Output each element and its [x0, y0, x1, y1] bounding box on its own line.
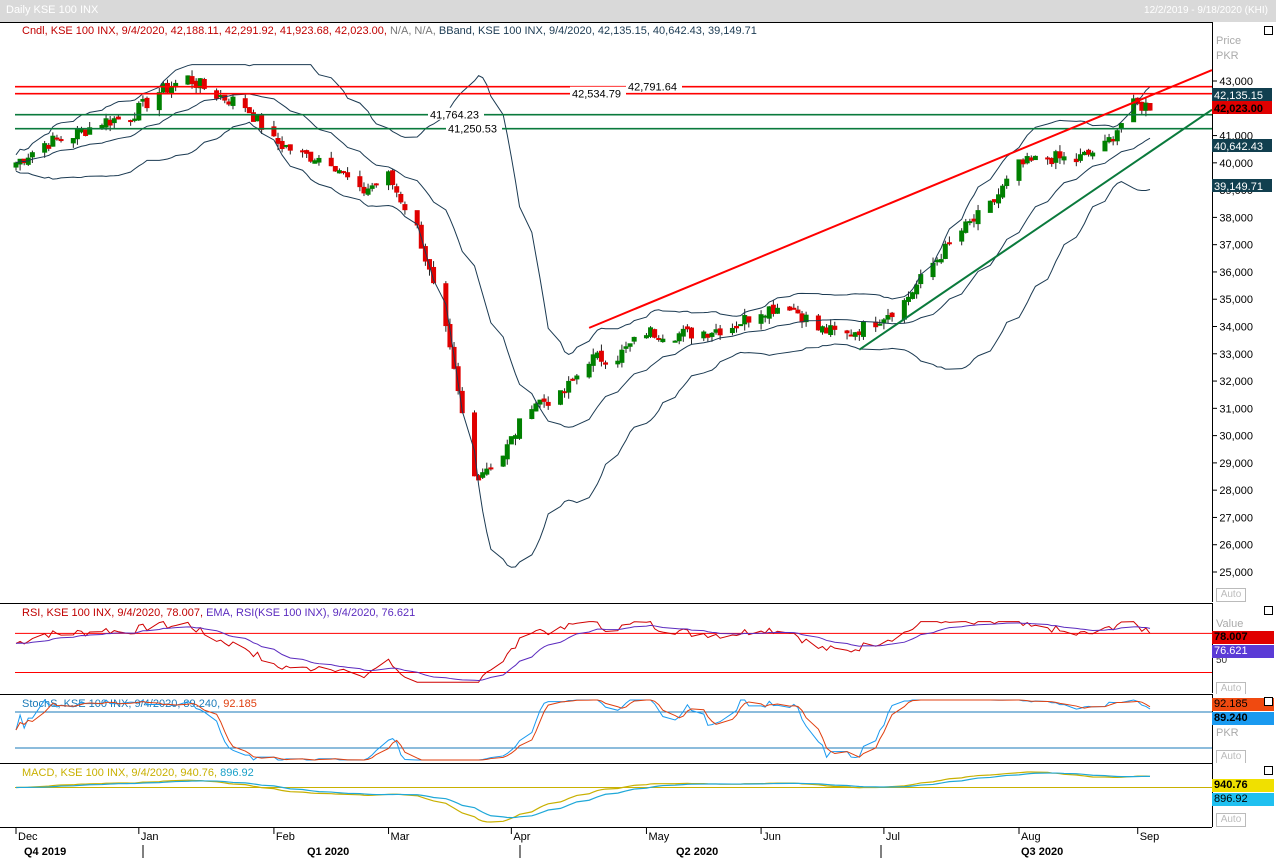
candle-legend: Cndl, KSE 100 INX, 9/4/2020, 42,188.11, … — [22, 25, 387, 37]
price-pane[interactable] — [0, 22, 1212, 603]
price-pane-close-button[interactable] — [1264, 26, 1273, 35]
macd-legend-text: MACD, KSE 100 INX, 9/4/2020, 940.76, — [22, 767, 218, 779]
rsi-value-tag: 78.007 — [1212, 631, 1274, 644]
macd-auto-button[interactable]: Auto — [1216, 813, 1246, 827]
na-legend: N/A, N/A, — [389, 25, 436, 37]
ema-value-tag: 76.621 — [1212, 645, 1274, 658]
stoch-k-legend: StochS, KSE 100 INX, 9/4/2020, 89.240, — [22, 698, 221, 710]
title-bar: Daily KSE 100 INX 12/2/2019 - 9/18/2020 … — [0, 0, 1276, 23]
price-scale-title: Price — [1216, 35, 1242, 47]
ema-legend-text: EMA, RSI(KSE 100 INX), 9/4/2020, 76.621 — [206, 607, 416, 619]
rsi-scale-title: Value — [1216, 618, 1244, 630]
signal-legend-text: 896.92 — [220, 767, 254, 779]
stoch-pane-close-button[interactable] — [1264, 697, 1273, 706]
price-scale-unit: PKR — [1216, 50, 1239, 62]
time-axis[interactable] — [0, 827, 1212, 864]
stoch-legend: StochS, KSE 100 INX, 9/4/2020, 89.240, 9… — [22, 698, 257, 710]
rsi-legend: RSI, KSE 100 INX, 9/4/2020, 78.007, EMA,… — [22, 607, 415, 619]
price-auto-button[interactable]: Auto — [1216, 588, 1246, 602]
stoch-auto-button[interactable]: Auto — [1216, 750, 1246, 764]
chart-title: Daily KSE 100 INX — [6, 4, 99, 16]
macd-legend: MACD, KSE 100 INX, 9/4/2020, 940.76, 896… — [22, 767, 254, 779]
macd-pane-close-button[interactable] — [1264, 766, 1273, 775]
stoch-d-legend: 92.185 — [223, 698, 257, 710]
bband-legend: BBand, KSE 100 INX, 9/4/2020, 42,135.15,… — [438, 25, 757, 37]
stoch-scale-unit: PKR — [1216, 727, 1239, 739]
price-legend: Cndl, KSE 100 INX, 9/4/2020, 42,188.11, … — [22, 25, 757, 37]
rsi-pane-close-button[interactable] — [1264, 606, 1273, 615]
rsi-legend-text: RSI, KSE 100 INX, 9/4/2020, 78.007, — [22, 607, 204, 619]
stoch-k-value-tag: 89.240 — [1212, 712, 1274, 725]
chart-window: Daily KSE 100 INX 12/2/2019 - 9/18/2020 … — [0, 0, 1276, 864]
price-scale[interactable] — [1212, 22, 1276, 602]
signal-value-tag: 896.92 — [1212, 793, 1274, 806]
macd-value-tag: 940.76 — [1212, 779, 1274, 792]
date-range: 12/2/2019 - 9/18/2020 (KHI) — [1144, 5, 1268, 16]
